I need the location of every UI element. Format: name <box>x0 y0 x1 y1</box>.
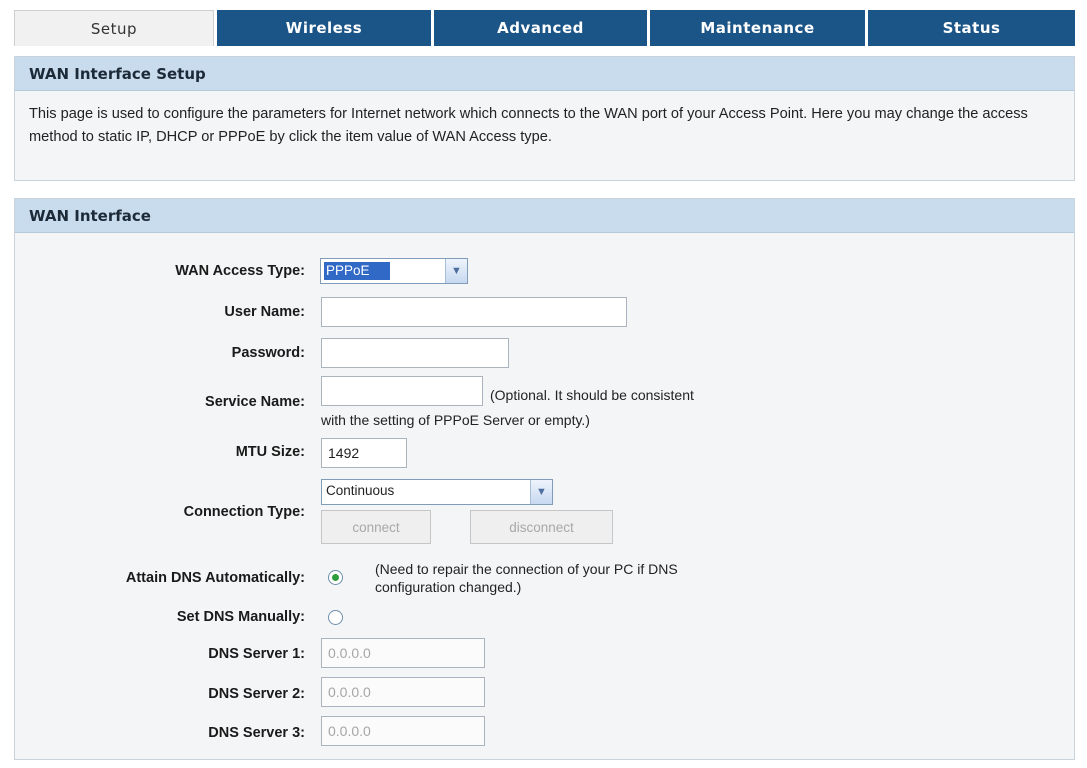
dns1-label: DNS Server 1: <box>208 646 305 662</box>
tab-setup[interactable]: Setup <box>14 10 214 46</box>
dns1-input[interactable]: 0.0.0.0 <box>321 638 485 668</box>
connection-type-label: Connection Type: <box>183 504 305 520</box>
password-label: Password: <box>231 345 305 361</box>
password-input[interactable] <box>321 338 509 368</box>
service-name-label: Service Name: <box>205 394 305 410</box>
chevron-down-icon: ▼ <box>445 259 467 283</box>
username-label: User Name: <box>224 304 305 320</box>
top-nav-tabs: Setup Wireless Advanced Maintenance Stat… <box>14 10 1075 46</box>
mtu-label: MTU Size: <box>235 444 305 460</box>
connection-type-value: Continuous <box>326 483 395 498</box>
connection-type-select[interactable]: Continuous ▼ <box>321 479 553 505</box>
tab-wireless[interactable]: Wireless <box>214 10 431 46</box>
disconnect-button[interactable]: disconnect <box>470 510 613 544</box>
dns-manual-radio[interactable] <box>328 610 343 625</box>
tab-status[interactable]: Status <box>865 10 1075 46</box>
dns3-label: DNS Server 3: <box>208 725 305 741</box>
wan-setup-panel: WAN Interface Setup This page is used to… <box>14 56 1075 181</box>
panel-title: WAN Interface <box>15 199 1074 233</box>
dns2-input[interactable]: 0.0.0.0 <box>321 677 485 707</box>
dns-auto-note-cont: configuration changed.) <box>375 579 522 595</box>
dns2-label: DNS Server 2: <box>208 686 305 702</box>
service-name-note: (Optional. It should be consistent <box>490 387 694 403</box>
service-name-input[interactable] <box>321 376 483 406</box>
wan-interface-panel: WAN Interface WAN Access Type: PPPoE ▼ U… <box>14 198 1075 760</box>
tab-maintenance[interactable]: Maintenance <box>647 10 865 46</box>
access-type-label: WAN Access Type: <box>175 263 305 279</box>
dns-manual-label: Set DNS Manually: <box>176 609 305 625</box>
mtu-input[interactable]: 1492 <box>321 438 407 468</box>
panel-title: WAN Interface Setup <box>15 57 1074 91</box>
tab-advanced[interactable]: Advanced <box>431 10 647 46</box>
page-description: This page is used to configure the param… <box>29 106 1028 145</box>
dns-auto-radio[interactable] <box>328 570 343 585</box>
access-type-select[interactable]: PPPoE ▼ <box>320 258 468 284</box>
dns-auto-note: (Need to repair the connection of your P… <box>375 561 678 577</box>
connect-button[interactable]: connect <box>321 510 431 544</box>
dns-auto-label: Attain DNS Automatically: <box>125 570 305 586</box>
dns3-input[interactable]: 0.0.0.0 <box>321 716 485 746</box>
access-type-value: PPPoE <box>324 262 390 280</box>
service-name-note-cont: with the setting of PPPoE Server or empt… <box>321 412 590 428</box>
username-input[interactable] <box>321 297 627 327</box>
chevron-down-icon: ▼ <box>530 480 552 504</box>
